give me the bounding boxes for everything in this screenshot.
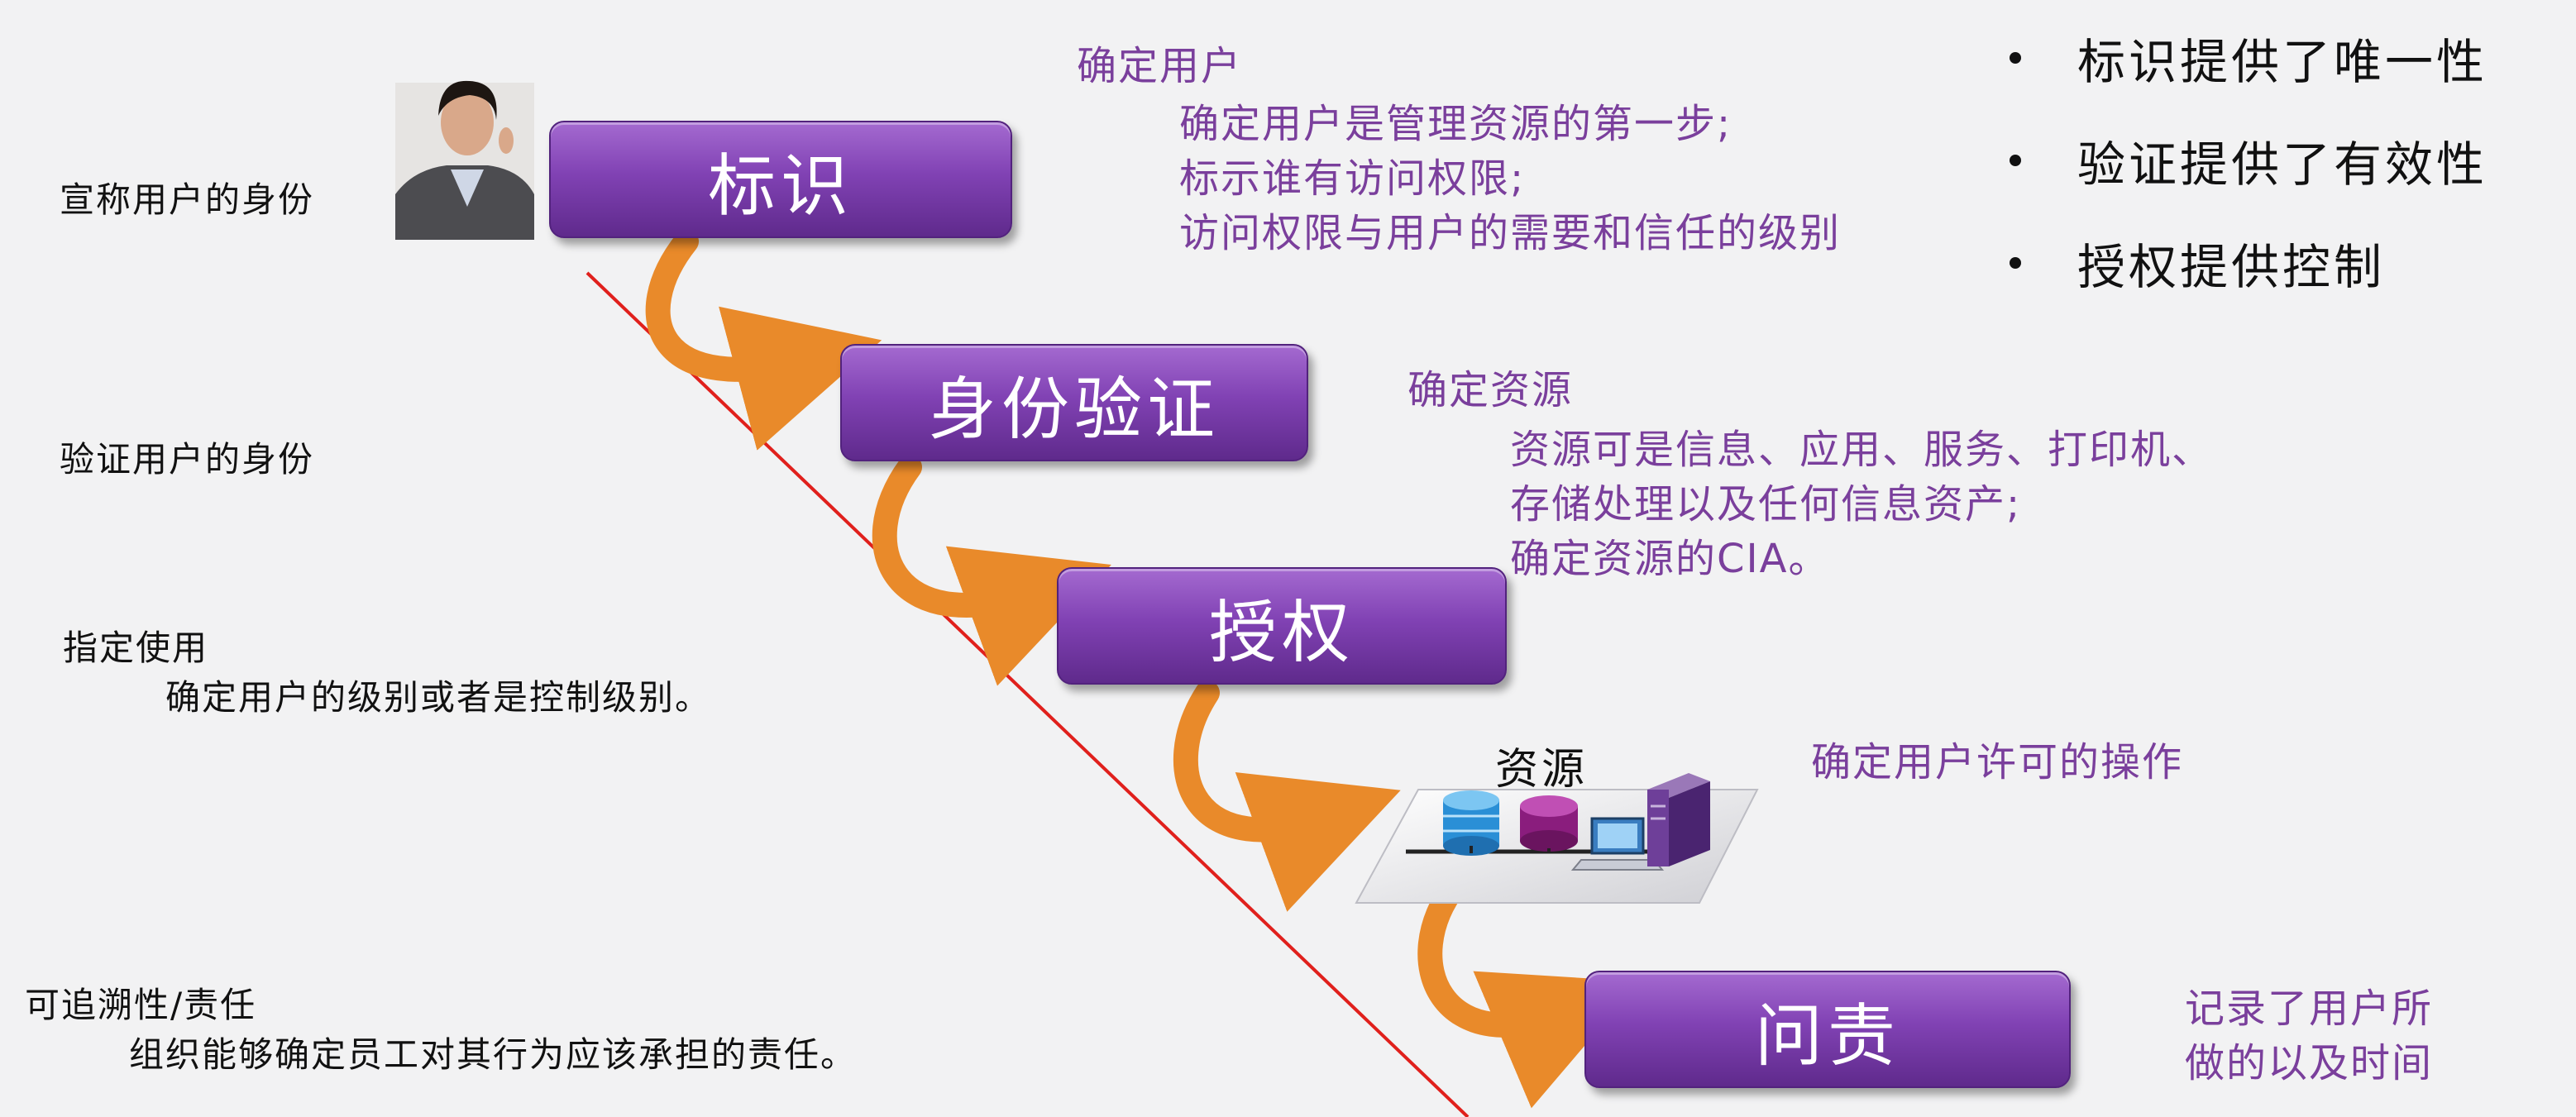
step-accountability-box: 问责 bbox=[1584, 971, 2071, 1088]
bullet-item-3: 授权提供控制 bbox=[2010, 228, 2385, 298]
bullet-item-1: 标识提供了唯一性 bbox=[2010, 23, 2488, 93]
traceability-title: 可追溯性/责任 bbox=[25, 985, 257, 1025]
note-record-line-2: 做的以及时间 bbox=[2185, 1040, 2434, 1086]
server-icon bbox=[1647, 773, 1710, 866]
note-user-line-3: 访问权限与用户的需要和信任的级别 bbox=[1179, 210, 1842, 256]
curved-arrow-1 bbox=[645, 229, 882, 451]
note-resource-line-3: 确定资源的CIA。 bbox=[1510, 536, 1830, 582]
assign-usage-title: 指定使用 bbox=[63, 628, 209, 668]
bullet-text: 验证提供了有效性 bbox=[2077, 136, 2488, 193]
storage-icon bbox=[1520, 795, 1578, 853]
bullet-dot bbox=[2010, 257, 2021, 269]
curved-arrow-2 bbox=[872, 455, 1111, 686]
verify-identity-label: 验证用户的身份 bbox=[60, 439, 315, 480]
note-resource-line-1: 资源可是信息、应用、服务、打印机、 bbox=[1510, 427, 2214, 473]
note-user-title: 确定用户 bbox=[1077, 43, 1243, 89]
step-authorize-box: 授权 bbox=[1057, 567, 1507, 685]
assign-usage-detail: 确定用户的级别或者是控制级别。 bbox=[165, 677, 712, 718]
note-resource-line-2: 存储处理以及任何信息资产; bbox=[1510, 481, 2022, 527]
person-photo-icon bbox=[395, 80, 534, 240]
note-user-line-2: 标示谁有访问权限; bbox=[1179, 155, 1526, 202]
bullet-dot bbox=[2010, 52, 2021, 64]
note-record-line-1: 记录了用户所 bbox=[2185, 986, 2434, 1032]
claim-identity-label: 宣称用户的身份 bbox=[60, 179, 315, 220]
curved-arrow-4 bbox=[1417, 872, 1640, 1109]
curved-arrow-3 bbox=[1173, 680, 1401, 912]
note-user-line-1: 确定用户是管理资源的第一步; bbox=[1179, 101, 1732, 147]
step-authenticate-box: 身份验证 bbox=[840, 344, 1308, 461]
bullet-text: 标识提供了唯一性 bbox=[2077, 34, 2488, 90]
bullet-item-2: 验证提供了有效性 bbox=[2010, 126, 2488, 195]
resource-label: 资源 bbox=[1495, 745, 1589, 795]
database-icon bbox=[1443, 790, 1499, 856]
step-identify-box: 标识 bbox=[549, 121, 1012, 238]
note-operation: 确定用户许可的操作 bbox=[1811, 739, 2184, 785]
traceability-detail: 组织能够确定员工对其行为应该承担的责任。 bbox=[129, 1034, 858, 1075]
bullet-dot bbox=[2010, 155, 2021, 166]
note-resource-title: 确定资源 bbox=[1407, 367, 1574, 413]
bullet-text: 授权提供控制 bbox=[2077, 239, 2386, 295]
